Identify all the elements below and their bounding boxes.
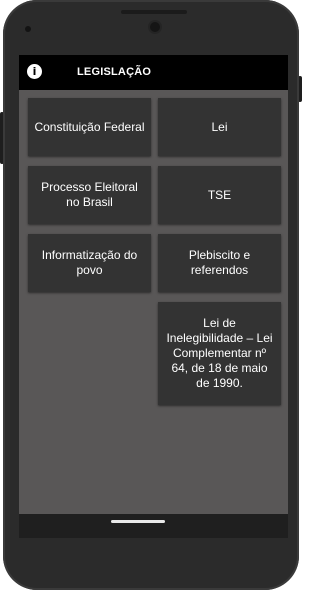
info-icon[interactable]: i: [27, 64, 42, 79]
navigation-bar: [19, 514, 288, 538]
tile-grid: Constituição Federal Lei Processo Eleito…: [19, 90, 288, 527]
proximity-sensor: [25, 26, 31, 32]
app-bar: i LEGISLAÇÃO: [19, 55, 288, 90]
app-screen: i LEGISLAÇÃO Constituição Federal Lei Pr…: [19, 55, 288, 527]
tile-constituicao-federal[interactable]: Constituição Federal: [28, 98, 151, 156]
tile-lei[interactable]: Lei: [158, 98, 281, 156]
page-title: LEGISLAÇÃO: [77, 66, 152, 78]
tile-plebiscito-e-referendos[interactable]: Plebiscito e referendos: [158, 234, 281, 292]
home-indicator[interactable]: [111, 520, 165, 523]
earpiece-speaker: [121, 10, 187, 14]
front-camera: [150, 22, 160, 32]
tile-lei-de-inelegibilidade[interactable]: Lei de Inelegibilidade – Lei Complementa…: [158, 302, 281, 405]
tile-informatizacao-do-povo[interactable]: Informatização do povo: [28, 234, 151, 292]
tile-tse[interactable]: TSE: [158, 166, 281, 224]
tile-processo-eleitoral[interactable]: Processo Eleitoral no Brasil: [28, 166, 151, 224]
phone-frame: i LEGISLAÇÃO Constituição Federal Lei Pr…: [3, 0, 299, 590]
